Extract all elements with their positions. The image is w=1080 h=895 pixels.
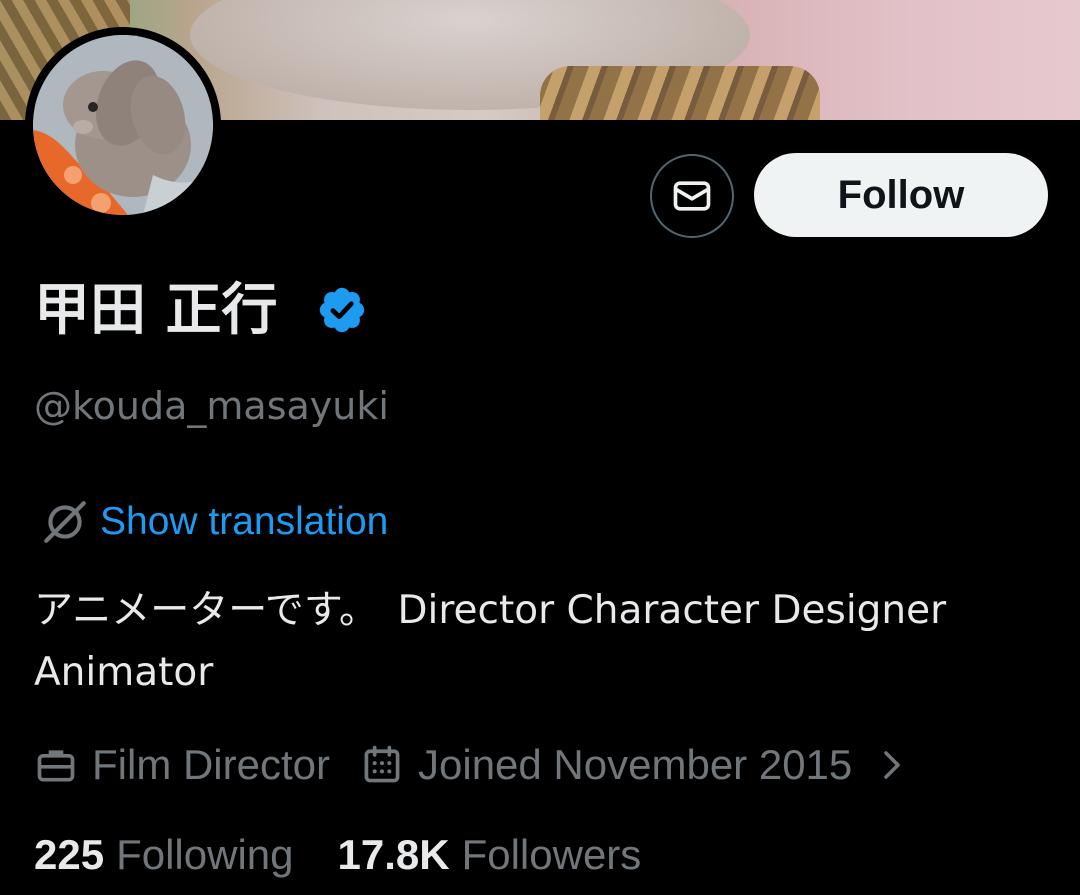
envelope-icon [673,181,711,211]
calendar-icon [364,745,400,783]
rabbit-avatar-picture [33,35,213,215]
bio-text: アニメーターです。 Director Character Designer An… [34,588,959,695]
avatar[interactable] [25,27,221,223]
chevron-right-icon[interactable] [874,743,910,787]
profile-meta: Film Director Joined November 2015 [34,738,910,792]
followers-link[interactable]: 17.8K Followers [338,828,642,882]
verified-badge-icon[interactable] [316,284,368,336]
briefcase-icon [37,750,75,782]
user-handle: @kouda_masayuki [34,384,389,428]
banner-basket [540,66,820,120]
globe-icon [44,501,86,543]
followers-label: Followers [461,831,642,878]
joined-date-text: Joined November 2015 [418,741,853,788]
following-link[interactable]: 225 Following [34,828,294,882]
message-button[interactable] [650,154,734,238]
translate-row[interactable]: Show translation [40,497,388,547]
following-label: Following [116,831,294,878]
follow-button[interactable]: Follow [754,153,1048,237]
show-translation-link[interactable]: Show translation [100,497,388,547]
followers-count: 17.8K [337,831,450,878]
profession-text: Film Director [92,741,330,788]
following-count: 225 [34,831,105,878]
display-name: 甲田 正行 [34,278,278,343]
avatar-image [33,35,213,215]
follow-counts: 225 Following 17.8K Followers [34,828,641,882]
